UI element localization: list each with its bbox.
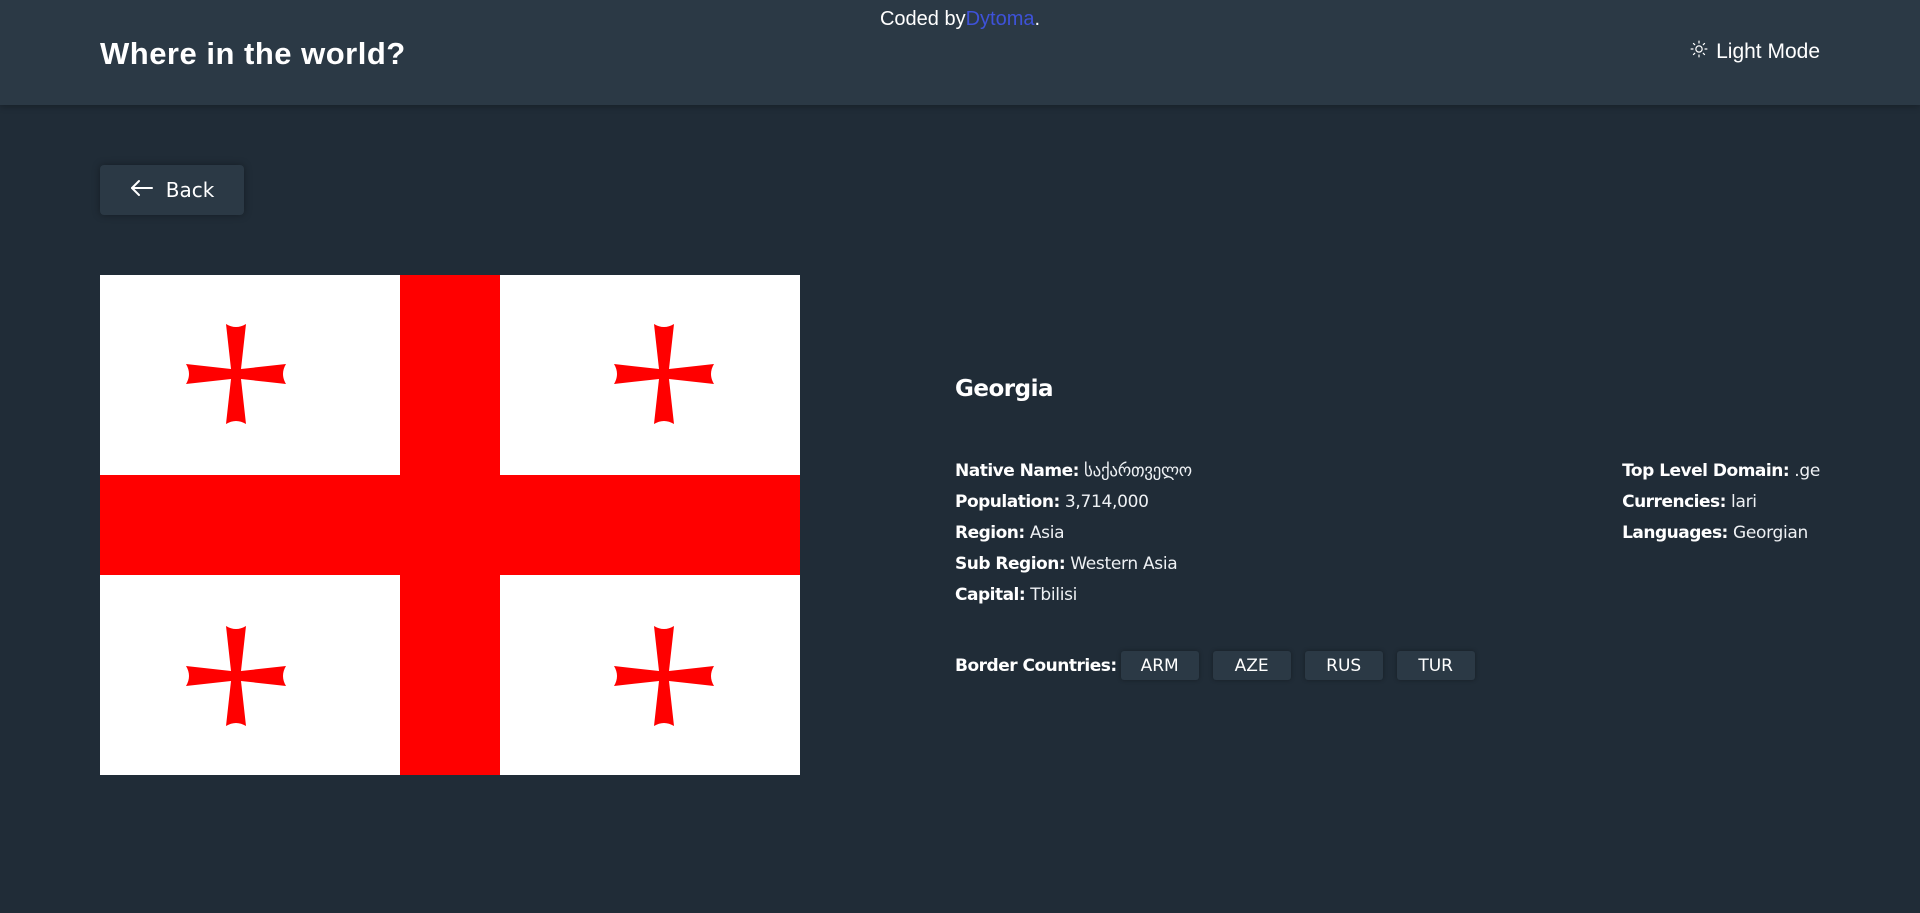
border-country-chip[interactable]: TUR <box>1396 651 1475 680</box>
back-button[interactable]: Back <box>100 165 244 215</box>
region-row: Region: Asia <box>955 518 1455 549</box>
top-level-domain-row: Top Level Domain: .ge <box>1622 456 1820 487</box>
country-name: Georgia <box>955 376 1054 402</box>
attribution-prefix: Coded by <box>879 8 966 30</box>
attribution: Coded byDytoma. <box>0 8 1920 31</box>
sub-region-value: Western Asia <box>1070 554 1178 574</box>
currencies-label: Currencies: <box>1622 492 1726 512</box>
border-countries: Border Countries: ARM AZE RUS TUR <box>955 651 1475 680</box>
border-country-chip[interactable]: RUS <box>1304 651 1383 680</box>
region-value: Asia <box>1029 523 1065 543</box>
border-country-chip[interactable]: ARM <box>1120 651 1199 680</box>
top-level-domain-label: Top Level Domain: <box>1622 461 1790 481</box>
sub-region-label: Sub Region: <box>955 554 1066 574</box>
languages-value: Georgian <box>1732 523 1808 543</box>
capital-value: Tbilisi <box>1030 585 1078 605</box>
details-secondary-column: Top Level Domain: .ge Currencies: lari L… <box>1622 456 1820 549</box>
sub-region-row: Sub Region: Western Asia <box>955 549 1455 580</box>
sun-icon <box>1690 40 1708 64</box>
languages-label: Languages: <box>1622 523 1728 543</box>
back-button-label: Back <box>165 178 215 202</box>
currencies-row: Currencies: lari <box>1622 487 1820 518</box>
theme-toggle-button[interactable]: Light Mode <box>1690 40 1820 64</box>
border-countries-label: Border Countries: <box>955 655 1117 676</box>
attribution-suffix: . <box>1034 8 1041 30</box>
theme-toggle-label: Light Mode <box>1716 40 1820 63</box>
native-name-value: საქართველო <box>1084 461 1192 481</box>
app-title: Where in the world? <box>100 36 406 71</box>
population-label: Population: <box>955 492 1060 512</box>
languages-row: Languages: Georgian <box>1622 518 1820 549</box>
native-name-label: Native Name: <box>955 461 1079 481</box>
country-flag <box>100 275 800 775</box>
flag-georgia-image <box>100 275 800 775</box>
capital-label: Capital: <box>955 585 1026 605</box>
top-level-domain-value: .ge <box>1794 461 1820 481</box>
population-value: 3,714,000 <box>1064 492 1149 512</box>
capital-row: Capital: Tbilisi <box>955 580 1455 611</box>
author-link[interactable]: Dytoma <box>966 8 1035 30</box>
native-name-row: Native Name: საქართველო <box>955 456 1455 487</box>
region-label: Region: <box>955 523 1025 543</box>
arrow-left-icon <box>130 178 154 202</box>
details-primary-column: Native Name: საქართველო Population: 3,71… <box>955 456 1455 611</box>
currencies-value: lari <box>1731 492 1757 512</box>
population-row: Population: 3,714,000 <box>955 487 1455 518</box>
border-country-chip[interactable]: AZE <box>1212 651 1291 680</box>
